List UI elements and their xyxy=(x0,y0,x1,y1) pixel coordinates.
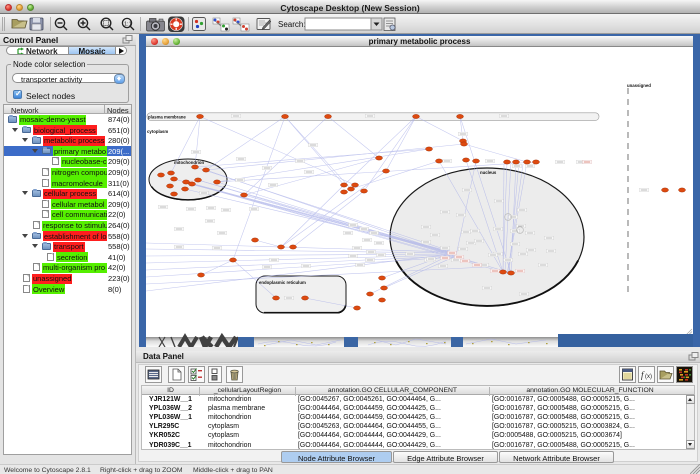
svg-text:unassigned: unassigned xyxy=(627,83,651,88)
svg-text:cytoplasm: cytoplasm xyxy=(147,129,168,134)
svg-text:plasma membrane: plasma membrane xyxy=(148,115,186,120)
svg-text:nucleus: nucleus xyxy=(480,170,497,175)
svg-text:1:1: 1:1 xyxy=(124,22,132,28)
svg-text:(x): (x) xyxy=(645,374,652,380)
svg-text:Search:: Search: xyxy=(278,20,306,29)
svg-text:mitochondrion: mitochondrion xyxy=(174,160,204,165)
svg-text:endoplasmic reticulum: endoplasmic reticulum xyxy=(259,280,306,285)
